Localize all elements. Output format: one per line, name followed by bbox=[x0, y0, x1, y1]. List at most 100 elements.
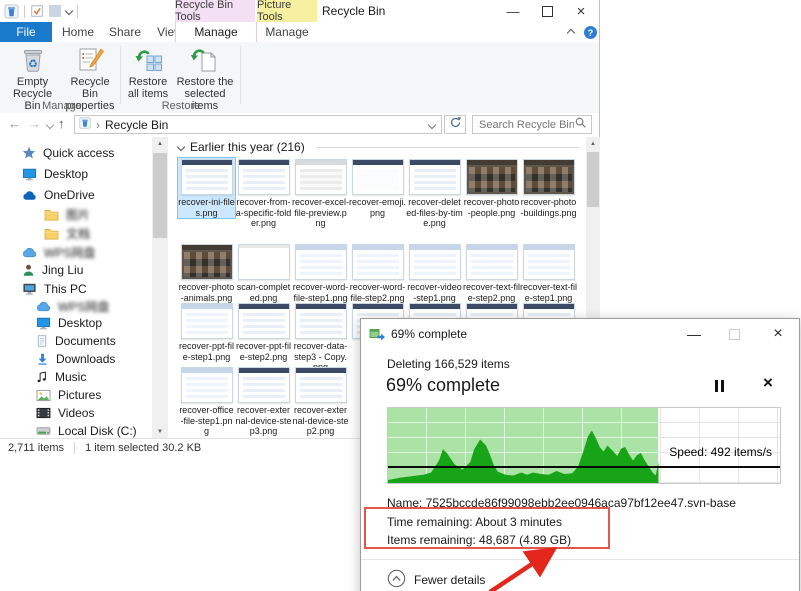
tab-home[interactable]: Home bbox=[56, 22, 100, 42]
sidebar-item-label: OneDrive bbox=[44, 188, 95, 202]
minimize-button[interactable]: — bbox=[498, 0, 528, 22]
minimize-ribbon-chevron-icon[interactable] bbox=[567, 29, 575, 37]
restore-all-items-button[interactable]: Restore all items bbox=[124, 45, 172, 100]
sidebar-item-downloads[interactable]: Downloads bbox=[36, 350, 115, 368]
file-tile-recover-word-file-step2-png[interactable]: recover-word-file-step2.png bbox=[349, 243, 406, 303]
file-tile-recover-text-file-step2-png[interactable]: recover-text-file-step2.png bbox=[463, 243, 520, 303]
dialog-close-button[interactable]: × bbox=[761, 319, 795, 349]
scroll-up-arrow-icon[interactable]: ▲ bbox=[586, 137, 600, 150]
file-tile-recover-video-step1-png[interactable]: recover-video-step1.png bbox=[406, 243, 463, 303]
file-tile-recover-ppt-file-step2-png[interactable]: recover-ppt-file-step2.png bbox=[235, 302, 292, 362]
sidebar-scrollbar-thumb[interactable] bbox=[153, 153, 167, 238]
file-tile-recover-ppt-file-step1-png[interactable]: recover-ppt-file-step1.png bbox=[178, 302, 235, 362]
file-tile-recover-photo-people-png[interactable]: recover-photo-people.png bbox=[463, 158, 520, 218]
up-button[interactable]: ↑ bbox=[58, 116, 65, 131]
forward-button[interactable]: → bbox=[28, 116, 41, 131]
sidebar-item-onedrive[interactable]: OneDrive bbox=[22, 186, 95, 204]
pause-button[interactable] bbox=[715, 380, 724, 392]
cancel-button[interactable]: × bbox=[763, 373, 773, 393]
file-name-label: recover-ppt-file-step1.png bbox=[178, 341, 235, 362]
status-separator bbox=[74, 442, 75, 454]
recent-locations-chevron-icon[interactable] bbox=[46, 121, 54, 129]
file-tile-recover-photo-animals-png[interactable]: recover-photo-animals.png bbox=[178, 243, 235, 303]
tab-file[interactable]: File bbox=[0, 22, 52, 42]
help-icon[interactable]: ? bbox=[584, 26, 597, 39]
ribbon-group-restore: Restore bbox=[124, 100, 238, 112]
file-tile-recover-data-step3-copy-png[interactable]: recover-data-step3 - Copy.png bbox=[292, 302, 349, 373]
sidebar-item-desktop[interactable]: Desktop bbox=[22, 165, 88, 183]
file-tile-recover-text-file-step1-png[interactable]: recover-text-file-step1.png bbox=[520, 243, 577, 303]
file-thumbnail bbox=[295, 303, 347, 339]
tab-label: Manage bbox=[265, 25, 308, 39]
sidebar-item-item[interactable]: 文档 bbox=[44, 224, 90, 242]
address-dropdown-chevron-icon[interactable] bbox=[428, 120, 436, 128]
pc-icon bbox=[22, 282, 37, 296]
tab-label: Home bbox=[62, 25, 94, 39]
file-tile-recover-ini-files-png[interactable]: recover-ini-files.png bbox=[178, 158, 235, 218]
sidebar-item-local-disk-c[interactable]: Local Disk (C:) bbox=[36, 422, 137, 438]
toolbar-separator bbox=[24, 5, 25, 18]
filelist-scrollbar-thumb[interactable] bbox=[587, 152, 599, 207]
refresh-button[interactable] bbox=[444, 115, 466, 134]
breadcrumb[interactable]: Recycle Bin bbox=[105, 118, 168, 132]
maximize-button[interactable] bbox=[532, 0, 562, 22]
contextual-tab-label: Recycle Bin Tools bbox=[175, 0, 255, 23]
close-button[interactable]: × bbox=[566, 0, 596, 22]
file-tile-recover-emoji-png[interactable]: recover-emoji.png bbox=[349, 158, 406, 218]
sidebar-item-wps[interactable]: WPS网盘 bbox=[22, 243, 95, 261]
disk-icon bbox=[36, 425, 51, 437]
file-tile-recover-external-device-step2-png[interactable]: recover-external-device-step2.png bbox=[292, 366, 349, 437]
file-tile-recover-office-file-step1-png[interactable]: recover-office-file-step1.png bbox=[178, 366, 235, 437]
file-tile-recover-from-a-specific-folder-png[interactable]: recover-from-a-specific-folder.png bbox=[235, 158, 292, 229]
properties-shortcut-icon[interactable] bbox=[30, 4, 44, 18]
sidebar-item-music[interactable]: Music bbox=[36, 368, 86, 386]
file-tile-recover-external-device-step3-png[interactable]: recover-external-device-step3.png bbox=[235, 366, 292, 437]
sidebar-item-wps[interactable]: WPS网盘 bbox=[36, 297, 109, 315]
file-name-label: recover-word-file-step2.png bbox=[349, 282, 406, 303]
file-tile-recover-excel-file-preview-png[interactable]: recover-excel-file-preview.png bbox=[292, 158, 349, 229]
restore-selected-items-icon bbox=[173, 45, 237, 75]
file-thumbnail bbox=[181, 303, 233, 339]
sidebar-scrollbar[interactable]: ▲ ▼ bbox=[152, 137, 168, 438]
sidebar-item-this-pc[interactable]: This PC bbox=[22, 280, 87, 298]
collapse-group-chevron-icon[interactable] bbox=[177, 143, 185, 151]
file-name-label: recover-excel-file-preview.png bbox=[292, 197, 349, 229]
group-header[interactable]: Earlier this year (216) bbox=[178, 140, 580, 154]
scroll-up-arrow-icon[interactable]: ▲ bbox=[152, 137, 168, 150]
sidebar-item-documents[interactable]: Documents bbox=[36, 332, 116, 350]
sidebar-item-desktop[interactable]: Desktop bbox=[36, 314, 102, 332]
address-field[interactable]: › Recycle Bin bbox=[74, 115, 442, 134]
file-name-label: recover-video-step1.png bbox=[406, 282, 463, 303]
dialog-title-bar: 69% complete — × bbox=[361, 319, 799, 349]
sidebar-item-jing-liu[interactable]: Jing Liu bbox=[22, 261, 83, 279]
sidebar-item-label: 文档 bbox=[66, 225, 90, 242]
file-thumbnail bbox=[238, 303, 290, 339]
sidebar-item-pictures[interactable]: Pictures bbox=[36, 386, 101, 404]
sidebar-item-label: WPS网盘 bbox=[58, 298, 109, 315]
customize-qat-chevron-icon[interactable] bbox=[65, 7, 73, 15]
tab-manage-picture-tools[interactable]: Manage bbox=[257, 22, 317, 42]
sidebar-item-item[interactable]: 图片 bbox=[44, 205, 90, 223]
contextual-tab-label: Picture Tools bbox=[257, 0, 317, 23]
file-tile-recover-word-file-step1-png[interactable]: recover-word-file-step1.png bbox=[292, 243, 349, 303]
tab-share[interactable]: Share bbox=[102, 22, 148, 42]
file-tile-scan-completed-png[interactable]: scan-completed.png bbox=[235, 243, 292, 303]
file-name-label: recover-text-file-step1.png bbox=[520, 282, 577, 303]
sidebar-item-label: Quick access bbox=[43, 146, 114, 160]
navigation-pane: Quick accessDesktopOneDrive图片文档WPS网盘Jing… bbox=[0, 137, 150, 438]
file-name-label: recover-deleted-files-by-time.png bbox=[406, 197, 463, 229]
search-input[interactable]: Search Recycle Bin bbox=[472, 115, 592, 134]
sidebar-item-quick-access[interactable]: Quick access bbox=[22, 144, 114, 162]
tab-manage-recycle-bin-tools[interactable]: Manage bbox=[175, 22, 257, 42]
scroll-down-arrow-icon[interactable]: ▼ bbox=[152, 425, 168, 438]
dialog-minimize-button[interactable]: — bbox=[677, 319, 711, 349]
ribbon-group-manage: Manage bbox=[5, 100, 119, 112]
fewer-details-toggle[interactable]: Fewer details bbox=[387, 569, 485, 591]
back-button[interactable]: ← bbox=[8, 116, 21, 131]
file-tile-recover-deleted-files-by-time-png[interactable]: recover-deleted-files-by-time.png bbox=[406, 158, 463, 229]
new-folder-shortcut-icon[interactable] bbox=[49, 5, 61, 17]
file-tile-recover-photo-buildings-png[interactable]: recover-photo-buildings.png bbox=[520, 158, 577, 218]
file-name-label: recover-office-file-step1.png bbox=[178, 405, 235, 437]
sidebar-item-videos[interactable]: Videos bbox=[36, 404, 94, 422]
file-thumbnail bbox=[409, 244, 461, 280]
